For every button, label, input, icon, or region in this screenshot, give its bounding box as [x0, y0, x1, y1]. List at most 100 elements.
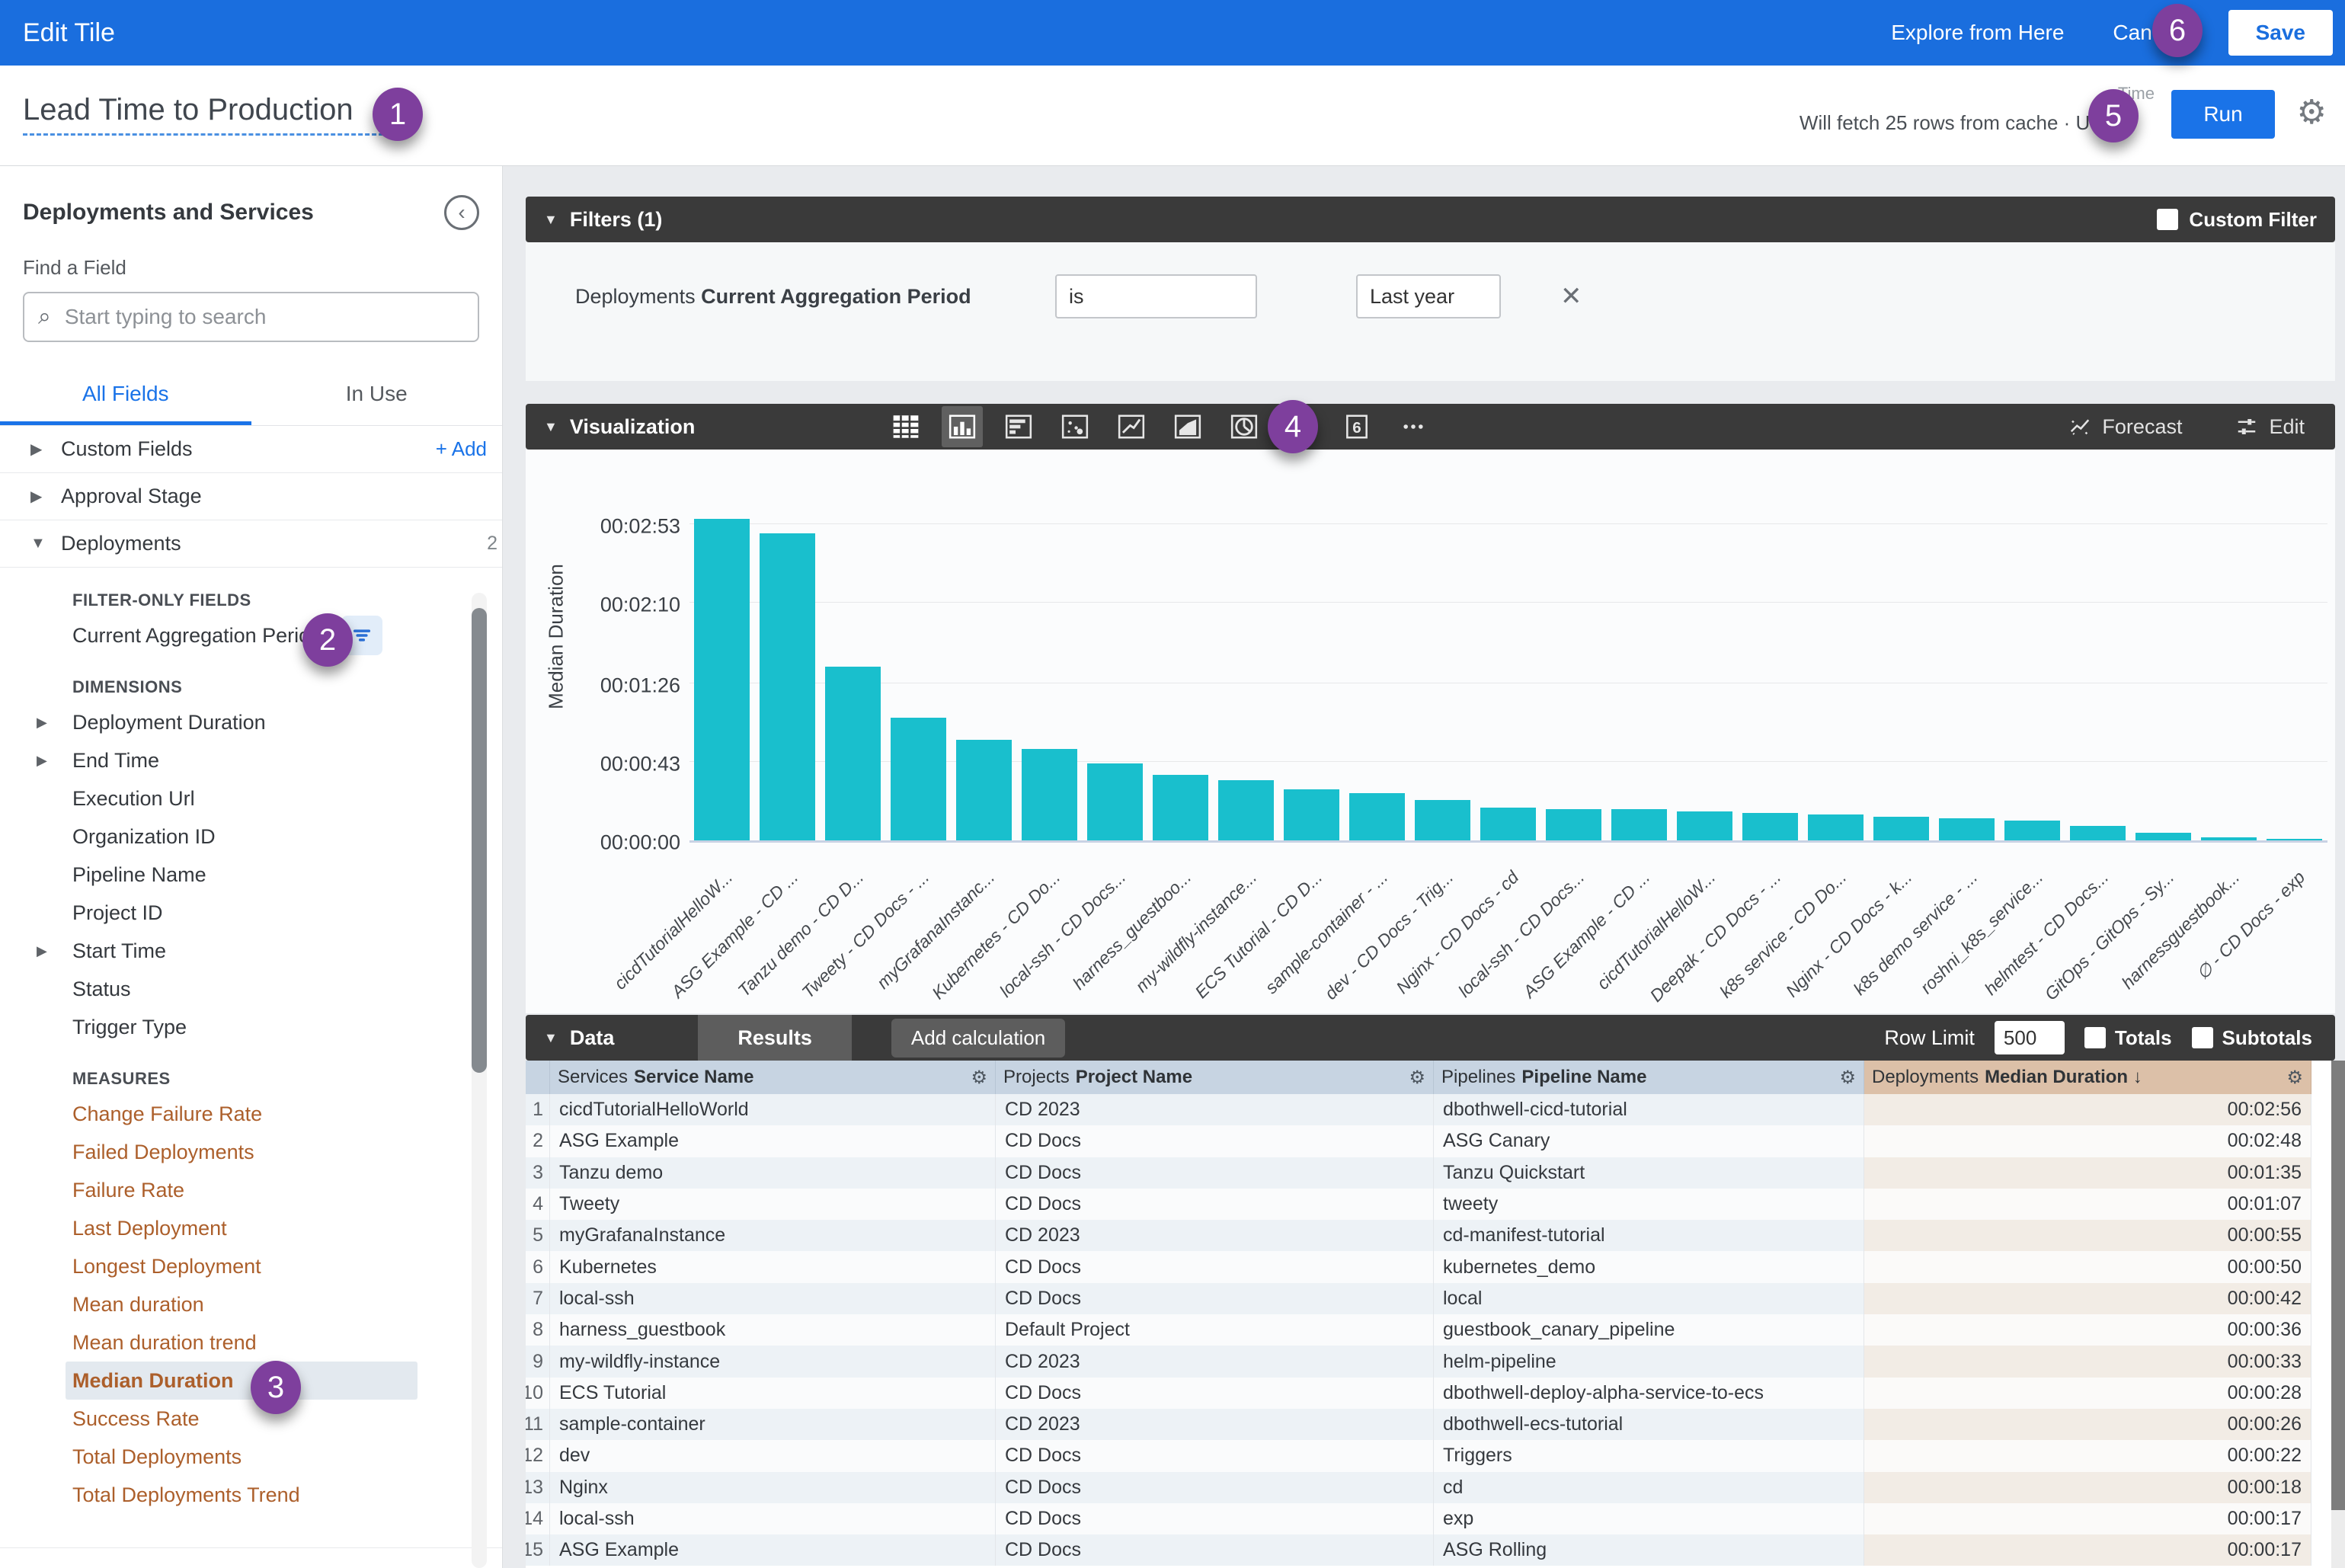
save-button[interactable]: Save	[2228, 10, 2333, 56]
tile-title-editable[interactable]: Lead Time to Production	[23, 93, 404, 136]
add-custom-field-link[interactable]: + Add	[436, 437, 487, 461]
column-gear-icon[interactable]: ⚙	[1409, 1067, 1425, 1089]
table-row[interactable]: 12devCD DocsTriggers00:00:22	[526, 1440, 2345, 1471]
chart-bar[interactable]	[2267, 839, 2322, 840]
field-search-box[interactable]: ⌕	[23, 292, 479, 342]
viz-type-line-chart-icon[interactable]	[1111, 406, 1152, 447]
sidebar-measure-longest-deployment[interactable]: Longest Deployment	[0, 1247, 502, 1285]
chart-bar[interactable]	[1939, 818, 1995, 840]
sidebar-measure-median-duration[interactable]: Median Duration	[66, 1362, 417, 1400]
chart-bar[interactable]	[1742, 813, 1798, 840]
sidebar-group-custom-fields[interactable]: ▶Custom Fields+ Add	[0, 426, 502, 473]
table-row[interactable]: 11sample-containerCD 2023dbothwell-ecs-t…	[526, 1409, 2345, 1440]
table-row[interactable]: 6KubernetesCD Docskubernetes_demo00:00:5…	[526, 1251, 2345, 1282]
table-row[interactable]: 9my-wildfly-instanceCD 2023helm-pipeline…	[526, 1346, 2345, 1377]
explore-from-here-link[interactable]: Explore from Here	[1891, 21, 2064, 45]
table-row[interactable]: 8harness_guestbookDefault Projectguestbo…	[526, 1314, 2345, 1346]
chart-bar[interactable]	[760, 533, 815, 840]
table-header-project-name[interactable]: ProjectsProject Name⚙	[996, 1061, 1434, 1094]
collapse-sidebar-button[interactable]: ‹	[444, 195, 479, 230]
chart-bar[interactable]	[1546, 809, 1601, 840]
table-scrollbar[interactable]	[2331, 1061, 2345, 1568]
sidebar-group-deployments[interactable]: ▼Deployments2	[0, 520, 502, 568]
sidebar-measure-change-failure-rate[interactable]: Change Failure Rate	[0, 1095, 502, 1133]
sidebar-scrollbar[interactable]	[472, 593, 487, 1568]
sidebar-group-approval-stage[interactable]: ▶Approval Stage	[0, 473, 502, 520]
visualization-section-header[interactable]: ▼ Visualization 6 Forecast Edit	[526, 404, 2335, 450]
chart-bar[interactable]	[1873, 817, 1929, 840]
table-row[interactable]: 7local-sshCD Docslocal00:00:42	[526, 1283, 2345, 1314]
column-gear-icon[interactable]: ⚙	[2286, 1067, 2303, 1089]
chart-bar[interactable]	[1611, 809, 1667, 840]
field-search-input[interactable]	[63, 304, 464, 330]
table-row[interactable]: 14local-sshCD Docsexp00:00:17	[526, 1503, 2345, 1534]
table-row[interactable]: 2ASG ExampleCD DocsASG Canary00:02:48	[526, 1125, 2345, 1157]
chart-bar[interactable]	[825, 667, 881, 840]
remove-filter-icon[interactable]: ✕	[1560, 281, 1582, 312]
table-header-pipeline-name[interactable]: PipelinesPipeline Name⚙	[1434, 1061, 1864, 1094]
sidebar-dimension-execution-url[interactable]: Execution Url	[0, 779, 502, 818]
sidebar-dimension-organization-id[interactable]: Organization ID	[0, 818, 502, 856]
chart-bar[interactable]	[2201, 837, 2257, 840]
table-header-service-name[interactable]: ServicesService Name⚙	[550, 1061, 996, 1094]
column-gear-icon[interactable]: ⚙	[1839, 1067, 1856, 1089]
chart-bar[interactable]	[1153, 775, 1208, 840]
custom-filter-checkbox[interactable]	[2157, 209, 2178, 230]
chart-bar[interactable]	[694, 519, 750, 840]
sidebar-measure-failed-deployments[interactable]: Failed Deployments	[0, 1133, 502, 1171]
viz-type-bar-chart-icon[interactable]	[998, 406, 1039, 447]
viz-type-scatter-icon[interactable]	[1054, 406, 1096, 447]
table-scrollbar-thumb[interactable]	[2331, 1061, 2345, 1510]
totals-checkbox[interactable]	[2084, 1027, 2106, 1048]
viz-type-pie-chart-icon[interactable]	[1224, 406, 1265, 447]
tab-all-fields[interactable]: All Fields	[0, 382, 251, 425]
results-tab[interactable]: Results	[698, 1015, 852, 1061]
chart-bar[interactable]	[1284, 789, 1339, 840]
settings-gear-icon[interactable]: ⚙	[2297, 96, 2327, 130]
chart-bar[interactable]	[1218, 780, 1274, 840]
edit-viz-button[interactable]: Edit	[2235, 415, 2305, 439]
chart-bar[interactable]	[2070, 826, 2126, 840]
run-button[interactable]: Run	[2171, 90, 2275, 139]
viz-type-single-value-icon[interactable]: 6	[1336, 406, 1377, 447]
column-gear-icon[interactable]: ⚙	[971, 1067, 987, 1089]
table-row[interactable]: 13NginxCD Docscd00:00:18	[526, 1472, 2345, 1503]
sidebar-measure-total-deployments[interactable]: Total Deployments	[0, 1438, 502, 1476]
sidebar-dimension-end-time[interactable]: ▶End Time	[0, 741, 502, 779]
chart-bar[interactable]	[1677, 811, 1732, 840]
chart-bar[interactable]	[1480, 808, 1536, 840]
sidebar-dimension-start-time[interactable]: ▶Start Time	[0, 932, 502, 970]
table-row[interactable]: 1cicdTutorialHelloWorldCD 2023dbothwell-…	[526, 1094, 2345, 1125]
chart-bar[interactable]	[1415, 800, 1470, 840]
table-row[interactable]: 5myGrafanaInstanceCD 2023cd-manifest-tut…	[526, 1220, 2345, 1251]
sidebar-measure-failure-rate[interactable]: Failure Rate	[0, 1171, 502, 1209]
viz-type-table-icon[interactable]	[885, 406, 926, 447]
sidebar-dimension-pipeline-name[interactable]: Pipeline Name	[0, 856, 502, 894]
filters-section-header[interactable]: ▼ Filters (1) Custom Filter	[526, 197, 2335, 242]
sidebar-field-current-aggregation-period[interactable]: Current Aggregation Period	[0, 616, 502, 654]
chart-bar[interactable]	[1087, 763, 1143, 840]
add-calculation-button[interactable]: Add calculation	[891, 1019, 1065, 1058]
viz-type-area-chart-icon[interactable]	[1167, 406, 1208, 447]
chart-bar[interactable]	[891, 718, 946, 840]
filter-operator-select[interactable]: is	[1055, 274, 1257, 318]
sidebar-dimension-trigger-type[interactable]: Trigger Type	[0, 1008, 502, 1046]
chart-bar[interactable]	[2135, 833, 2191, 840]
table-row[interactable]: 4TweetyCD Docstweety00:01:07	[526, 1189, 2345, 1220]
viz-type-column-chart-icon[interactable]	[942, 406, 983, 447]
sidebar-measure-mean-duration[interactable]: Mean duration	[0, 1285, 502, 1323]
chart-bar[interactable]	[956, 740, 1012, 840]
table-row[interactable]: 10ECS TutorialCD Docsdbothwell-deploy-al…	[526, 1378, 2345, 1409]
chart-bar[interactable]	[1808, 814, 1864, 840]
sidebar-measure-total-deployments-trend[interactable]: Total Deployments Trend	[0, 1476, 502, 1514]
viz-type-more-icon[interactable]	[1393, 406, 1434, 447]
sidebar-dimension-status[interactable]: Status	[0, 970, 502, 1008]
sidebar-measure-last-deployment[interactable]: Last Deployment	[0, 1209, 502, 1247]
sidebar-dimension-project-id[interactable]: Project ID	[0, 894, 502, 932]
chart-bar[interactable]	[1022, 749, 1077, 840]
chart-bar[interactable]	[2004, 821, 2060, 840]
tab-in-use[interactable]: In Use	[251, 382, 503, 425]
table-row[interactable]: 3Tanzu demoCD DocsTanzu Quickstart00:01:…	[526, 1157, 2345, 1189]
forecast-button[interactable]: Forecast	[2068, 415, 2182, 439]
chart-bar[interactable]	[1349, 793, 1405, 840]
